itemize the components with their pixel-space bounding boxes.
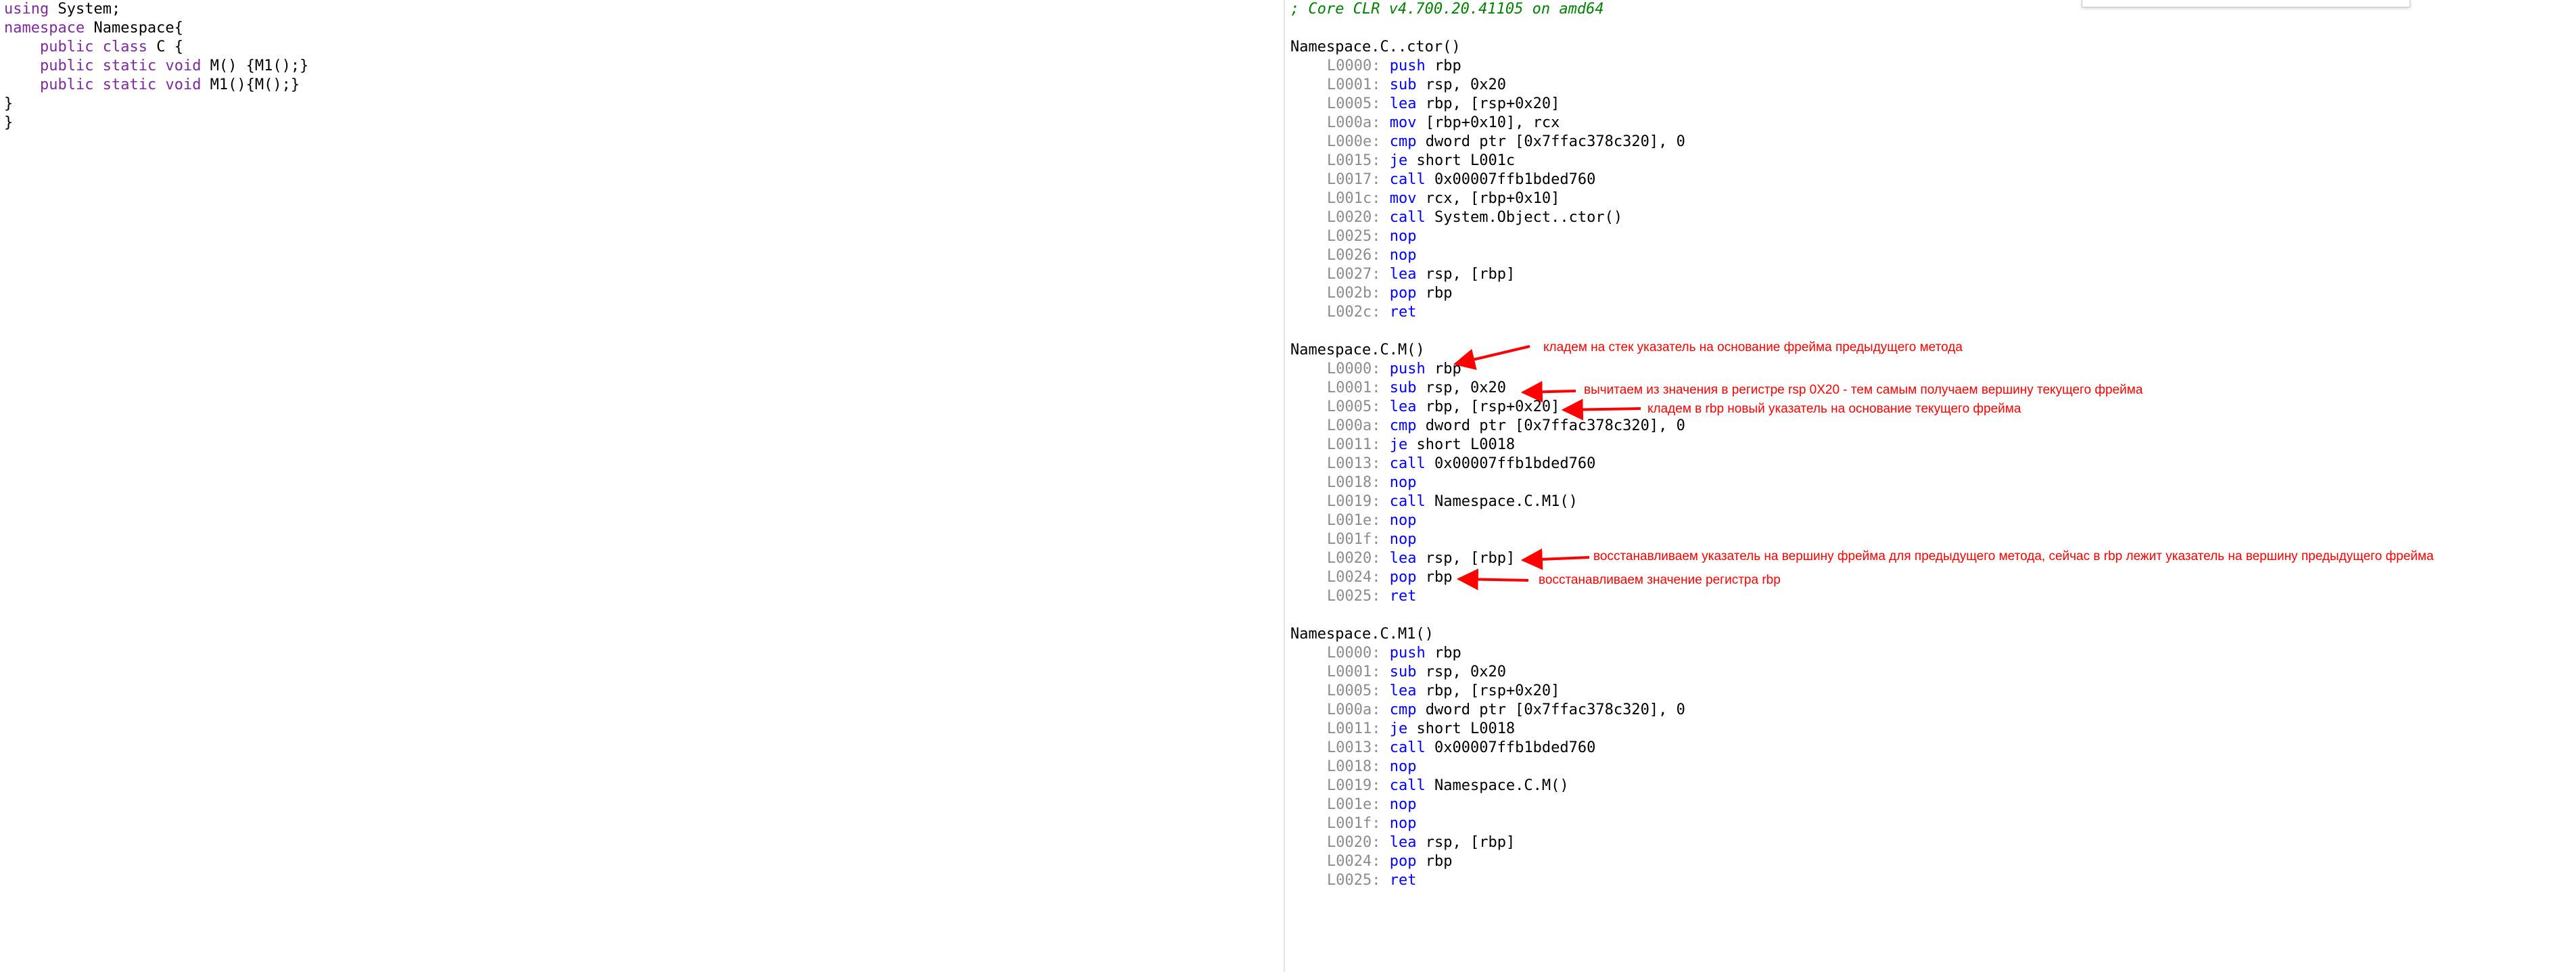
arrow-lea-rbp: [1561, 398, 1641, 421]
arrow-push-rbp: [1453, 345, 1530, 370]
annotation-arrows: [1453, 345, 1641, 591]
arrow-sub-rsp: [1520, 381, 1576, 403]
arrow-pop-rbp: [1456, 568, 1529, 591]
arrow-lea-rsp: [1520, 548, 1590, 570]
